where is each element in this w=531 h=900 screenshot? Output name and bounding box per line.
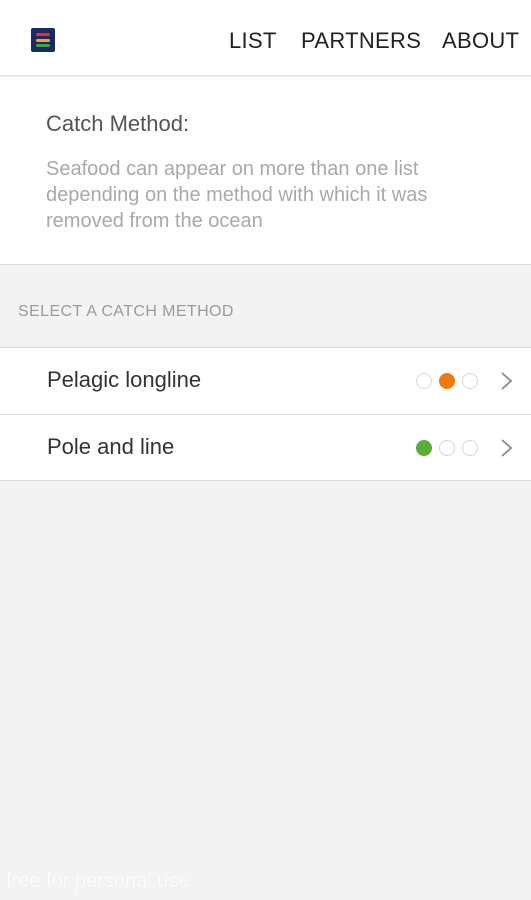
chevron-right-icon xyxy=(501,439,513,457)
rating-dot xyxy=(416,440,432,456)
catch-method-list: Pelagic longline Pole and line xyxy=(0,347,531,481)
watermark-text: free for personal use xyxy=(6,870,190,892)
list-item-pelagic-longline[interactable]: Pelagic longline xyxy=(0,348,531,414)
list-item-pole-and-line[interactable]: Pole and line xyxy=(0,414,531,480)
catch-method-info: Catch Method: Seafood can appear on more… xyxy=(0,77,531,265)
nav-partners[interactable]: PARTNERS xyxy=(301,26,421,56)
rating-dots xyxy=(416,440,482,456)
app-logo-icon[interactable] xyxy=(31,28,55,52)
logo-bar-yellow xyxy=(36,38,50,42)
chevron-right-icon xyxy=(501,372,513,390)
rating-dot xyxy=(439,440,455,456)
rating-dot xyxy=(439,373,455,389)
info-title: Catch Method: xyxy=(46,111,190,136)
app-header: LIST PARTNERS ABOUT xyxy=(0,0,531,76)
section-header: SELECT A CATCH METHOD xyxy=(18,303,234,320)
rating-dot xyxy=(416,373,432,389)
list-item-label: Pelagic longline xyxy=(47,367,202,392)
rating-dots xyxy=(416,373,482,389)
logo-bar-green xyxy=(36,44,50,47)
logo-bar-red xyxy=(36,33,50,36)
nav-about[interactable]: ABOUT xyxy=(442,26,519,56)
info-description: Seafood can appear on more than one list… xyxy=(46,158,428,232)
rating-dot xyxy=(462,373,478,389)
nav-list[interactable]: LIST xyxy=(229,26,277,56)
rating-dot xyxy=(462,440,478,456)
list-item-label: Pole and line xyxy=(47,434,175,459)
